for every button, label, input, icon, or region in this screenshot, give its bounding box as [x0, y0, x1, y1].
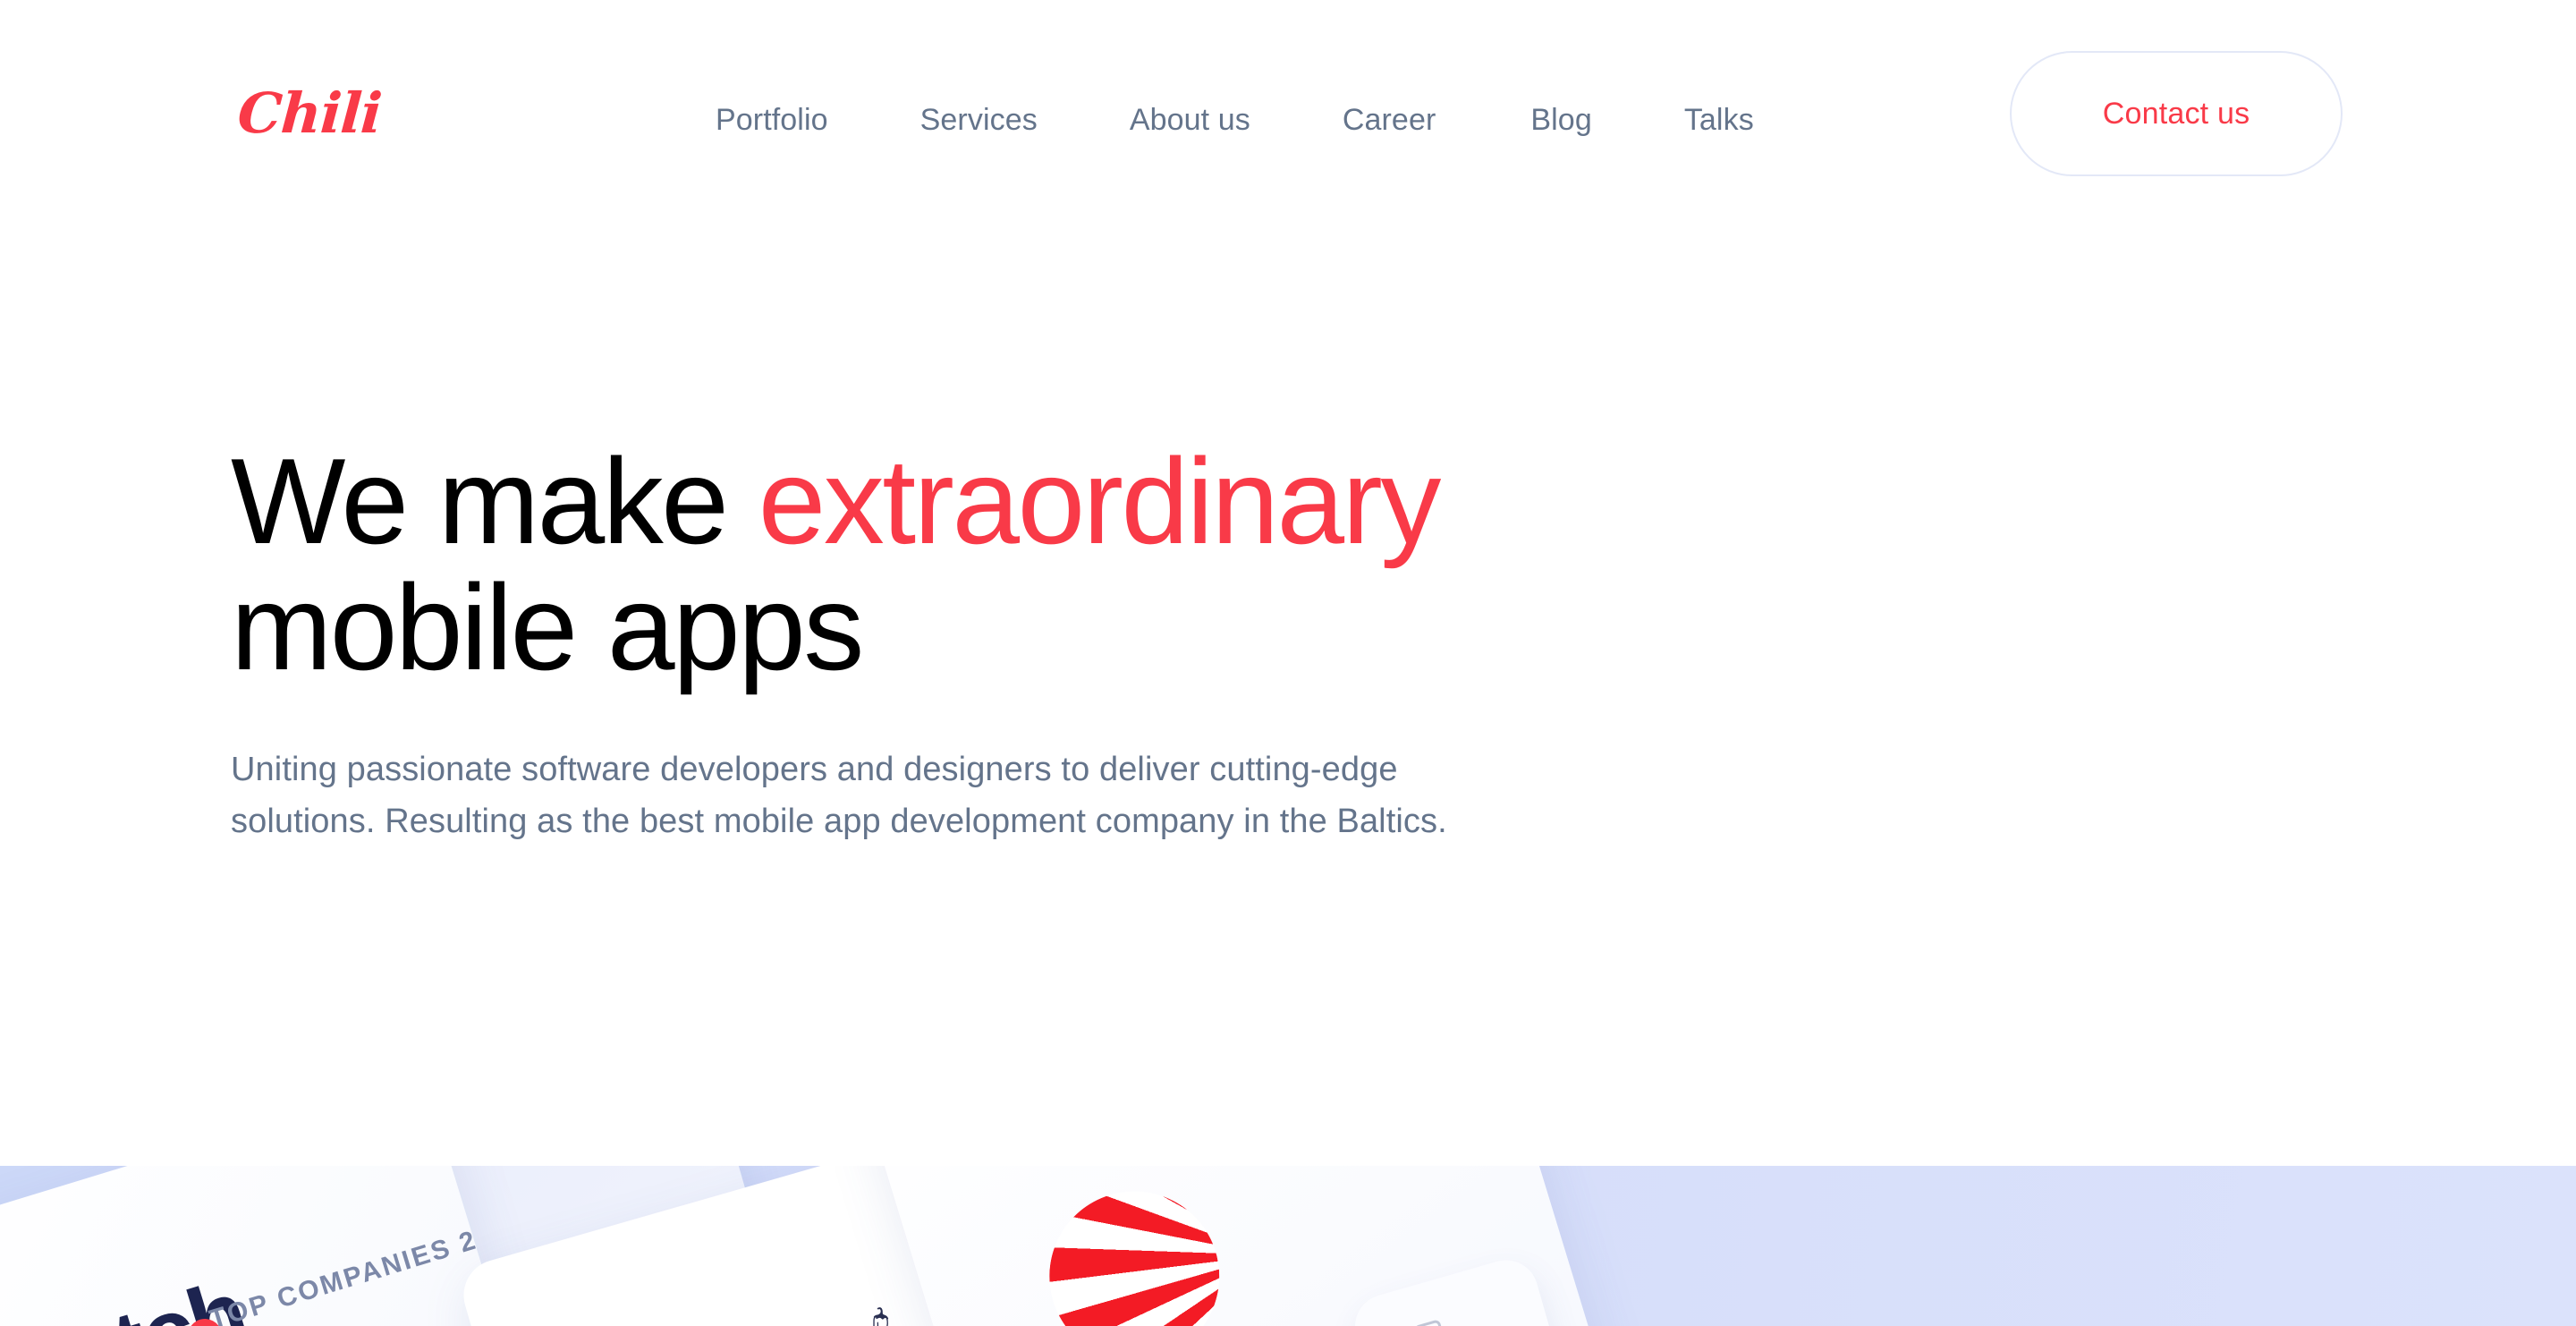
made-by-caption: Made by Chili Labs🌶	[589, 1303, 897, 1326]
card-glyph-icon	[1413, 1319, 1445, 1326]
hero-headline: We make extraordinary mobile apps	[231, 438, 1751, 692]
main-navigation: Portfolio Services About us Career Blog …	[716, 100, 1754, 140]
site-header: Chili Portfolio Services About us Career…	[0, 0, 2576, 206]
nav-item-about-us[interactable]: About us	[1130, 100, 1250, 140]
headline-lead: We make	[231, 433, 758, 569]
nav-item-blog[interactable]: Blog	[1530, 100, 1591, 140]
contact-us-button[interactable]: Contact us	[2010, 51, 2343, 176]
headline-rest: mobile apps	[231, 559, 864, 696]
clutch-award-card[interactable]: Clutch TOP COMPANIES 2020	[0, 1166, 537, 1326]
nav-item-career[interactable]: Career	[1343, 100, 1436, 140]
nav-item-services[interactable]: Services	[920, 100, 1038, 140]
made-by-text: Made by Chili Labs	[589, 1317, 851, 1326]
nav-item-talks[interactable]: Talks	[1684, 100, 1754, 140]
hero-subtitle: Uniting passionate software developers a…	[231, 750, 1447, 840]
hero-section: We make extraordinary mobile apps Uniting…	[231, 438, 1841, 847]
headline-accent: extraordinary	[758, 433, 1442, 569]
reddot-logo-icon	[1037, 1178, 1232, 1326]
nav-item-portfolio[interactable]: Portfolio	[716, 100, 828, 140]
landing-page: Chili Portfolio Services About us Career…	[0, 0, 2576, 1326]
brand-logo[interactable]: Chili	[235, 81, 383, 146]
chili-pepper-icon: 🌶	[850, 1304, 897, 1326]
